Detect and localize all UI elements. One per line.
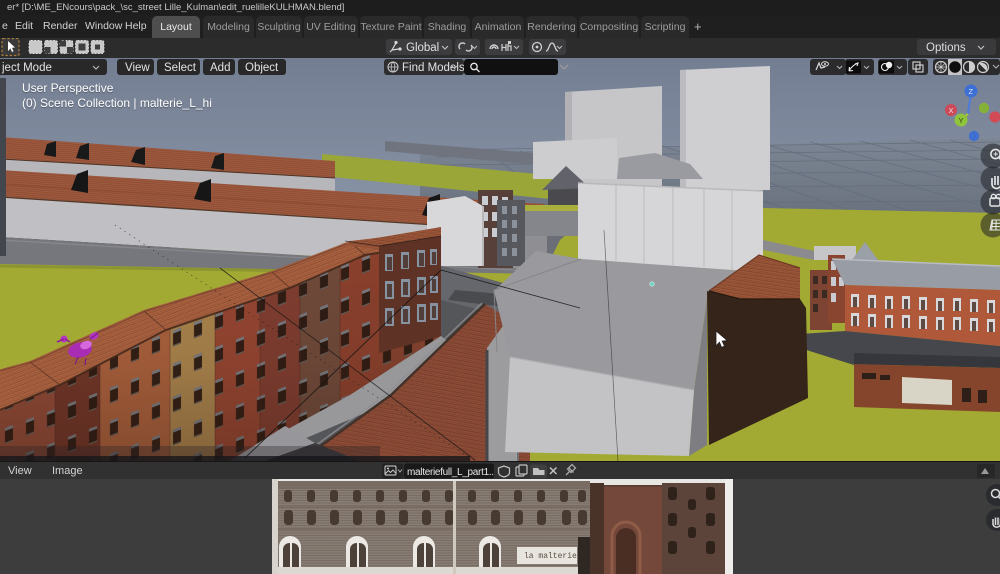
svg-text:la malterie: la malterie [524,552,577,561]
svg-text:ject Mode: ject Mode [1,62,52,74]
svg-text:Add: Add [210,62,230,74]
svg-text:Z: Z [969,87,974,96]
svg-text:Y: Y [959,116,964,125]
svg-text:malteriefull_L_part1...: malteriefull_L_part1... [407,467,496,478]
svg-text:X: X [949,106,954,115]
svg-text:View: View [125,62,150,74]
svg-text:Object: Object [245,62,279,74]
svg-text:Options: Options [926,42,966,54]
svg-text:Select: Select [164,62,197,74]
svg-text:Global: Global [406,42,439,54]
